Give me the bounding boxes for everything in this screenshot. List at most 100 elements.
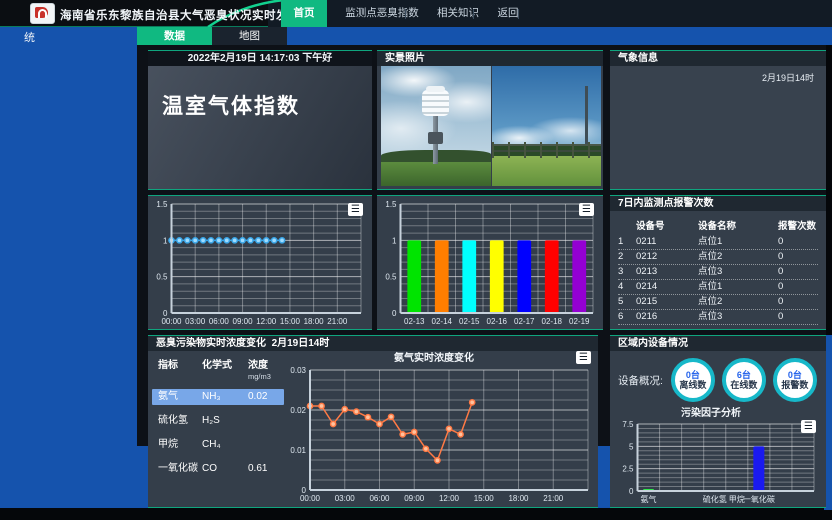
alarm-count: 0台 [788, 370, 802, 380]
svg-text:0.03: 0.03 [290, 366, 306, 375]
chart-menu-icon[interactable]: ☰ [348, 203, 363, 216]
odor-row[interactable]: 氨气NH₃0.02 [152, 389, 284, 405]
table-cell: 2 [618, 250, 636, 264]
table-cell: 0.61 [248, 461, 286, 477]
pollution-factor-chart-title: 污染因子分析 [616, 404, 806, 419]
online-label: 在线数 [730, 380, 757, 391]
table-cell: 点位3 [698, 310, 778, 324]
svg-text:0.5: 0.5 [156, 273, 168, 282]
svg-text:02-19: 02-19 [569, 317, 590, 326]
svg-text:5: 5 [629, 442, 634, 451]
table-cell: CH₄ [202, 437, 248, 453]
svg-text:21:00: 21:00 [543, 494, 564, 503]
table-cell: H₂S [202, 413, 248, 429]
table-cell: 硫化氢 [158, 413, 202, 429]
offline-label: 离线数 [679, 380, 706, 391]
table-cell [248, 413, 286, 429]
nav-item-back[interactable]: 返回 [488, 0, 528, 27]
alarm-col-index [618, 218, 636, 232]
photo-fence-posts [492, 142, 601, 158]
table-cell: 0 [778, 280, 818, 294]
chart-menu-icon[interactable]: ☰ [576, 351, 591, 364]
odor-table-body: 氨气NH₃0.02硫化氢H₂S甲烷CH₄一氧化碳CO0.61 [152, 389, 284, 477]
svg-text:1.5: 1.5 [385, 200, 397, 209]
odor-row[interactable]: 一氧化碳CO0.61 [152, 461, 284, 477]
svg-text:15:00: 15:00 [474, 494, 495, 503]
table-cell: 点位3 [698, 265, 778, 279]
svg-text:03:00: 03:00 [335, 494, 356, 503]
table-row: 40214点位10 [618, 280, 818, 295]
svg-text:0.02: 0.02 [290, 406, 306, 415]
weather-panel: 气象信息 2月19日14时 [610, 50, 826, 190]
svg-text:12:00: 12:00 [439, 494, 460, 503]
odor-row[interactable]: 硫化氢H₂S [152, 413, 284, 429]
svg-text:00:00: 00:00 [300, 494, 321, 503]
odor-row[interactable]: 甲烷CH₄ [152, 437, 284, 453]
chart-menu-icon[interactable]: ☰ [801, 420, 816, 433]
online-count: 6台 [737, 370, 751, 380]
svg-text:09:00: 09:00 [233, 317, 254, 326]
alarm-col-device-name: 设备名称 [698, 218, 778, 232]
nh3-chart-title: 氨气实时浓度变化 [284, 349, 584, 364]
svg-text:12:00: 12:00 [256, 317, 277, 326]
photo-monitor-cap [426, 86, 445, 92]
svg-text:1: 1 [163, 236, 168, 245]
photo-monitor-box [428, 132, 443, 144]
svg-text:02-17: 02-17 [514, 317, 535, 326]
table-cell: 3 [618, 265, 636, 279]
svg-text:02-15: 02-15 [459, 317, 480, 326]
table-row: 50215点位20 [618, 295, 818, 310]
odor-title-text: 恶臭污染物实时浓度变化 [156, 338, 266, 349]
svg-text:00:00: 00:00 [161, 317, 182, 326]
svg-text:1: 1 [392, 236, 397, 245]
alarm-table: 设备号 设备名称 报警次数 10211点位1020212点位2030213点位3… [610, 211, 826, 325]
chart-menu-icon[interactable]: ☰ [579, 203, 594, 216]
svg-text:21:00: 21:00 [327, 317, 348, 326]
nav-item-knowledge[interactable]: 相关知识 [428, 0, 488, 27]
alarm-count-badge: 0台 报警数 [773, 358, 817, 402]
svg-text:06:00: 06:00 [209, 317, 230, 326]
nav-divider [405, 9, 406, 19]
svg-text:一氧化碳: 一氧化碳 [743, 494, 775, 504]
nav-divider [518, 9, 519, 19]
table-cell: 点位2 [698, 295, 778, 309]
app-logo [30, 3, 55, 24]
nav-item-odor-index[interactable]: 监测点恶臭指数 [336, 0, 428, 27]
greenhouse-line-chart: 00:0003:0006:0009:0012:0015:0018:0021:00… [150, 198, 369, 327]
svg-text:1.5: 1.5 [156, 200, 168, 209]
alarm-count-panel: 7日内监测点报警次数 设备号 设备名称 报警次数 10211点位1020212点… [610, 195, 826, 330]
photo-field [492, 156, 601, 186]
tab-data[interactable]: 数据 [137, 27, 212, 45]
table-cell: 点位1 [698, 235, 778, 249]
table-cell: 0211 [636, 235, 698, 249]
greeting-panel: 2022年2月19日 14:17:03 下午好 温室气体指数 [148, 50, 372, 190]
svg-text:2.5: 2.5 [622, 465, 634, 474]
odor-col-concentration: 浓度 [248, 356, 286, 371]
svg-text:0.01: 0.01 [290, 446, 306, 455]
device-stats-row: 设备概况: 0台 离线数 6台 在线数 0台 报警数 [616, 358, 824, 402]
site-photos-title: 实景照片 [377, 51, 603, 66]
nh3-line-chart: 00:0003:0006:0009:0012:0015:0018:0021:00… [284, 364, 596, 504]
odor-col-indicator: 指标 [158, 356, 202, 371]
table-cell: NH₃ [202, 389, 248, 405]
greenhouse-index-headline: 温室气体指数 [162, 90, 372, 120]
table-cell: 0213 [636, 265, 698, 279]
odor-unit-label: mg/m3 [152, 372, 284, 381]
tab-map[interactable]: 地图 [212, 27, 287, 45]
table-cell: 甲烷 [158, 437, 202, 453]
pollution-factor-bar-chart: 氨气硫化氢甲烷一氧化碳02.557.5 [616, 418, 822, 505]
nav-item-home[interactable]: 首页 [281, 0, 327, 27]
svg-text:02-14: 02-14 [432, 317, 453, 326]
table-cell: 0214 [636, 280, 698, 294]
table-cell: 0 [778, 235, 818, 249]
devices-panel-title: 区域内设备情况 [610, 336, 826, 351]
table-cell: 一氧化碳 [158, 461, 202, 477]
alarm-col-count: 报警次数 [778, 218, 818, 232]
table-cell: 0212 [636, 250, 698, 264]
alarm-table-header: 设备号 设备名称 报警次数 [618, 215, 818, 235]
table-cell: 点位1 [698, 280, 778, 294]
svg-text:18:00: 18:00 [304, 317, 325, 326]
photo-pole [585, 86, 588, 144]
svg-text:02-16: 02-16 [487, 317, 508, 326]
svg-text:09:00: 09:00 [404, 494, 425, 503]
